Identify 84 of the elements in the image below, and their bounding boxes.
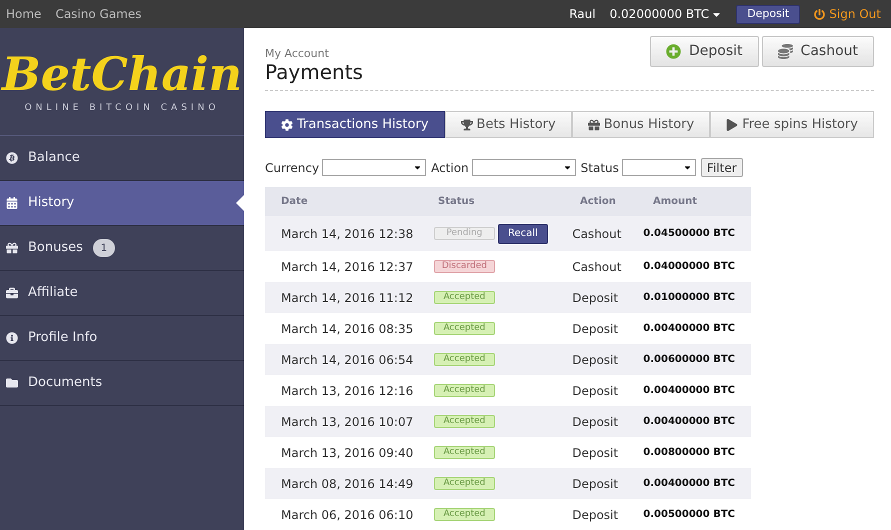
amount-cell-text: 0.01000000 BTC [643, 291, 735, 305]
amount-cell-text: 0.00800000 BTC [643, 446, 735, 460]
logo-tagline: ONLINE BITCOIN CASINO [24, 102, 220, 115]
column-header: Date [281, 195, 309, 209]
nav-link[interactable]: Home [6, 5, 42, 23]
action-cell-text: Deposit [572, 444, 620, 462]
filter-label: Action [431, 160, 469, 176]
filter-label: Status [580, 160, 619, 176]
column-header: Status [438, 195, 476, 209]
coins-icon [778, 44, 793, 59]
status-label: Accepted [434, 291, 495, 304]
status-label: Accepted [434, 477, 495, 490]
amount-cell-text: 0.00600000 BTC [643, 353, 735, 367]
gift-icon [6, 242, 18, 254]
action-cell-text: Deposit [572, 290, 620, 306]
date-cell-text: March 14, 2016 11:12 [281, 290, 414, 306]
page-title: Payments [265, 60, 363, 84]
column-header: Action [580, 195, 617, 209]
action-cell-text: Cashout [572, 258, 622, 276]
action-cell-text: Cashout [572, 226, 622, 242]
filter-select[interactable] [322, 159, 426, 176]
date-cell-text: March 14, 2016 08:35 [281, 320, 414, 338]
action-cell-text: Deposit [572, 382, 620, 400]
date-cell-text: March 14, 2016 12:37 [281, 258, 414, 276]
filter-button[interactable]: Filter [700, 158, 743, 177]
tab[interactable]: Bonus History [572, 111, 710, 138]
status-label: Accepted [434, 384, 495, 397]
gift-icon [588, 118, 600, 130]
action-cell-text: Deposit [572, 506, 620, 524]
nav-link[interactable]: Casino Games [55, 5, 142, 23]
tab[interactable]: Free spins History [710, 111, 874, 138]
date-cell-text: March 13, 2016 12:16 [281, 382, 414, 400]
tab[interactable]: Bets History [444, 111, 572, 138]
date-cell-text: March 14, 2016 12:38 [281, 226, 414, 242]
username: Raul [569, 6, 596, 23]
amount-cell-text: 0.04500000 BTC [643, 227, 735, 241]
logo: BetChain [2, 48, 242, 100]
column-header: Amount [653, 195, 698, 209]
status-label: Accepted [434, 446, 495, 459]
action-cell-text: Deposit [572, 476, 620, 492]
trophy-icon [460, 118, 473, 130]
briefcase-icon [6, 287, 18, 299]
status-label: Accepted [434, 353, 495, 366]
deposit-button[interactable]: Deposit [736, 4, 800, 24]
amount-cell-text: 0.00400000 BTC [643, 477, 735, 491]
power-icon [814, 8, 826, 20]
action-cell-text: Deposit [572, 352, 620, 368]
deposit-button[interactable]: Deposit [650, 36, 759, 67]
amount-cell-text: 0.04000000 BTC [643, 260, 735, 274]
calendar-icon [6, 197, 18, 209]
amount-cell-text: 0.00400000 BTC [643, 384, 735, 398]
amount-cell-text: 0.00400000 BTC [643, 415, 735, 429]
folder-icon [6, 377, 18, 389]
sidebar-item[interactable]: History [0, 181, 244, 226]
balance-dropdown[interactable]: 0.02000000 BTC [610, 5, 722, 23]
status-label: Accepted [434, 508, 495, 521]
status-label: Pending [434, 227, 495, 240]
status-label: Accepted [434, 322, 495, 335]
pointer-arrow [236, 195, 244, 211]
bitcoin-icon [6, 152, 18, 164]
date-cell-text: March 14, 2016 06:54 [281, 352, 414, 368]
action-cell-text: Deposit [572, 414, 620, 430]
status-label: Discarded [434, 260, 495, 273]
status-label: Accepted [434, 415, 495, 428]
filter-select[interactable] [472, 159, 576, 176]
tab[interactable]: Transactions History [265, 111, 445, 138]
date-cell-text: March 13, 2016 10:07 [281, 414, 414, 430]
date-cell-text: March 13, 2016 09:40 [281, 444, 414, 462]
amount-cell-text: 0.00500000 BTC [643, 508, 735, 522]
info-icon [6, 332, 18, 344]
filter-label: Currency [265, 160, 320, 176]
cashout-button[interactable]: Cashout [762, 36, 874, 67]
sign-out-link[interactable]: Sign Out [814, 5, 881, 23]
breadcrumb: My Account [265, 47, 330, 60]
play-icon [726, 118, 738, 130]
date-cell-text: March 08, 2016 14:49 [281, 476, 414, 492]
gear-icon [281, 118, 293, 130]
plus-icon [666, 44, 682, 59]
filter-select[interactable] [622, 159, 696, 176]
recall-button[interactable]: Recall [498, 224, 548, 244]
amount-cell-text: 0.00400000 BTC [643, 322, 735, 336]
count-badge: 1 [92, 239, 115, 257]
date-cell-text: March 06, 2016 06:10 [281, 506, 414, 524]
action-cell-text: Deposit [572, 320, 620, 338]
